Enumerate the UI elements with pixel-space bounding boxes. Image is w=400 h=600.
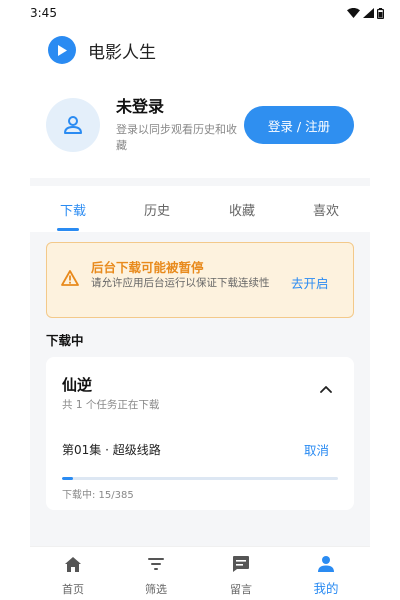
download-card: 仙逆 共 1 个任务正在下载 第01集 · 超级线路 取消 下载中: 15/38… — [46, 357, 354, 510]
app-header: 电影人生 — [48, 36, 156, 64]
download-progress-text: 下载中: 15/385 — [62, 490, 134, 501]
nav-home[interactable]: 首页 — [46, 553, 100, 597]
status-time: 3:45 — [30, 6, 57, 20]
tab-history[interactable]: 历史 — [127, 186, 187, 232]
download-title: 仙逆 — [62, 376, 93, 394]
tab-bar: 下载 历史 收藏 喜欢 — [30, 186, 370, 232]
bottom-nav: 首页 筛选 留言 我的 — [30, 546, 370, 600]
nav-filter[interactable]: 筛选 — [129, 553, 183, 597]
nav-messages-label: 留言 — [230, 583, 252, 596]
status-bar: 3:45 — [0, 0, 400, 26]
cancel-download-button[interactable]: 取消 — [304, 440, 329, 459]
play-logo-icon — [48, 36, 76, 64]
tab-likes[interactable]: 喜欢 — [296, 186, 356, 232]
warning-title: 后台下载可能被暂停 — [91, 260, 204, 275]
downloading-section-title: 下载中 — [46, 333, 84, 348]
chevron-up-icon[interactable] — [320, 385, 332, 393]
profile-name: 未登录 — [116, 97, 165, 116]
wifi-icon — [347, 8, 360, 18]
enable-background-button[interactable]: 去开启 — [291, 273, 329, 292]
app-title: 电影人生 — [88, 42, 156, 63]
nav-filter-label: 筛选 — [145, 583, 167, 596]
login-register-button[interactable]: 登录 / 注册 — [244, 106, 354, 144]
active-tab-indicator — [57, 228, 79, 231]
profile-section: 未登录 登录以同步观看历史和收藏 登录 / 注册 — [46, 96, 366, 160]
download-progress-fill — [62, 477, 74, 480]
profile-hint: 登录以同步观看历史和收藏 — [116, 123, 237, 152]
download-subtitle: 共 1 个任务正在下载 — [62, 399, 160, 411]
person-icon — [318, 555, 334, 572]
nav-home-label: 首页 — [62, 583, 84, 596]
warning-body: 请允许应用后台运行以保证下载连续性 — [91, 277, 270, 289]
status-icons — [347, 7, 384, 19]
tab-favorites[interactable]: 收藏 — [212, 186, 272, 232]
battery-icon — [377, 7, 384, 19]
avatar[interactable] — [46, 98, 100, 152]
background-download-warning: 后台下载可能被暂停 请允许应用后台运行以保证下载连续性 去开启 — [46, 242, 354, 318]
download-progress-bar — [62, 477, 338, 480]
user-icon — [64, 116, 82, 134]
episode-label: 第01集 · 超级线路 — [62, 443, 161, 457]
nav-mine-label: 我的 — [313, 581, 339, 596]
home-icon — [65, 556, 81, 572]
message-icon — [233, 556, 249, 572]
warning-icon — [61, 270, 79, 286]
filter-icon — [148, 558, 164, 570]
nav-mine[interactable]: 我的 — [299, 553, 353, 597]
nav-messages[interactable]: 留言 — [214, 553, 268, 597]
cellular-signal-icon — [363, 8, 374, 18]
tab-downloads[interactable]: 下载 — [43, 186, 103, 232]
